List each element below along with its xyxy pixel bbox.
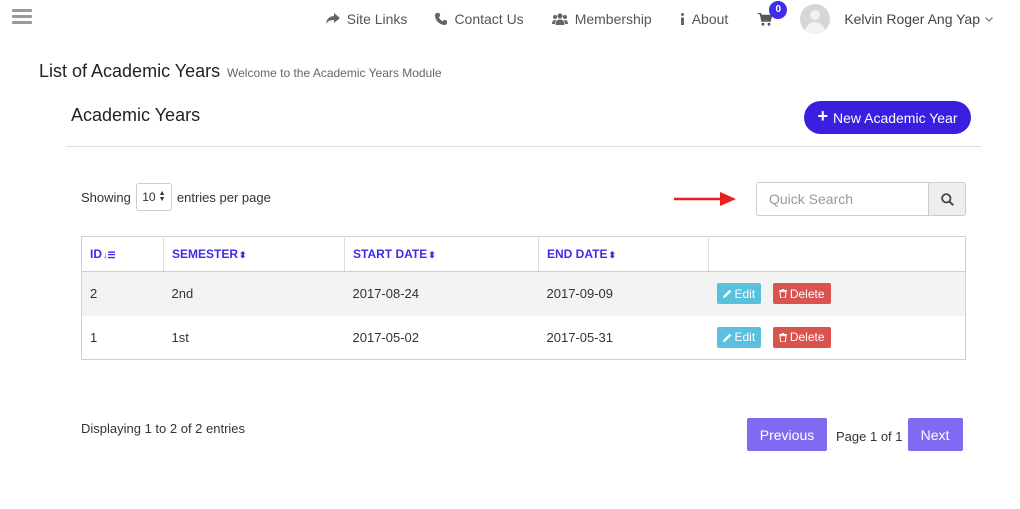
table-row: 2 2nd 2017-08-24 2017-09-09 Edit Delete bbox=[81, 271, 966, 316]
cell-actions: Edit Delete bbox=[708, 271, 966, 316]
users-icon bbox=[551, 13, 568, 25]
cart-button[interactable]: 0 bbox=[758, 0, 788, 26]
plus-icon: + bbox=[817, 106, 828, 126]
pencil-icon bbox=[722, 289, 731, 299]
per-page-value: 10 bbox=[142, 190, 156, 204]
displaying-info: Displaying 1 to 2 of 2 entries bbox=[81, 421, 246, 436]
pencil-icon bbox=[722, 333, 731, 342]
pagination: Previous Page 1 of 1 Next bbox=[747, 418, 963, 451]
table-row: 1 1st 2017-05-02 2017-05-31 Edit Delete bbox=[82, 316, 966, 360]
select-arrows-icon: ▲ ▼ bbox=[158, 190, 166, 203]
per-page-suffix: entries per page bbox=[176, 189, 271, 205]
per-page-select[interactable]: 10 ▲ ▼ bbox=[135, 183, 172, 211]
cell-end-date: 2017-09-09 bbox=[538, 271, 709, 316]
cell-id: 2 bbox=[81, 271, 164, 316]
edit-label: Edit bbox=[734, 330, 756, 345]
info-icon bbox=[680, 13, 684, 25]
trash-icon bbox=[778, 332, 787, 342]
sort-icon: ⬍ bbox=[239, 250, 247, 260]
page-info: Page 1 of 1 bbox=[836, 428, 903, 444]
nav-site-links-label: Site Links bbox=[346, 11, 408, 27]
edit-button[interactable]: Edit bbox=[716, 283, 762, 305]
delete-label: Delete bbox=[789, 330, 825, 345]
menu-bar bbox=[12, 21, 32, 24]
page-subtitle: Welcome to the Academic Years Module bbox=[227, 66, 442, 80]
academic-years-table: ID↓☰ SEMESTER⬍ START DATE⬍ END DATE⬍ 2 2… bbox=[81, 236, 966, 360]
next-button[interactable]: Next bbox=[907, 418, 963, 451]
column-header-end-date-label: END DATE bbox=[547, 247, 608, 261]
sort-icon: ⬍ bbox=[428, 250, 436, 260]
nav-membership-label: Membership bbox=[574, 11, 652, 27]
cell-semester: 2nd bbox=[163, 271, 345, 316]
menu-bar bbox=[12, 9, 32, 12]
cell-start-date: 2017-08-24 bbox=[344, 271, 539, 316]
edit-label: Edit bbox=[734, 286, 756, 301]
column-header-id[interactable]: ID↓☰ bbox=[81, 236, 164, 272]
red-arrow-icon bbox=[674, 192, 736, 206]
user-name: Kelvin Roger Ang Yap bbox=[844, 11, 980, 27]
column-header-semester-label: SEMESTER bbox=[172, 247, 239, 261]
delete-button[interactable]: Delete bbox=[772, 326, 831, 348]
nav-about[interactable]: About bbox=[680, 11, 729, 27]
column-header-start-date-label: START DATE bbox=[353, 247, 428, 261]
cell-start-date: 2017-05-02 bbox=[352, 329, 420, 345]
column-header-actions bbox=[708, 236, 966, 272]
edit-button[interactable]: Edit bbox=[716, 326, 762, 348]
top-navigation: Site Links Contact Us Membership About 0… bbox=[325, 0, 1020, 38]
delete-label: Delete bbox=[789, 286, 825, 301]
avatar bbox=[800, 4, 831, 34]
nav-contact-us[interactable]: Contact Us bbox=[435, 11, 524, 27]
nav-about-label: About bbox=[691, 11, 729, 27]
page-heading: List of Academic Years Welcome to the Ac… bbox=[39, 61, 442, 82]
cart-count-badge: 0 bbox=[769, 0, 788, 19]
column-header-id-label: ID bbox=[90, 247, 102, 261]
showing-label: Showing bbox=[81, 189, 131, 205]
nav-contact-us-label: Contact Us bbox=[454, 11, 524, 27]
cell-id: 1 bbox=[90, 329, 98, 345]
card-divider bbox=[66, 146, 981, 147]
user-menu[interactable]: Kelvin Roger Ang Yap bbox=[800, 4, 993, 34]
quick-search bbox=[756, 182, 966, 216]
sort-desc-icon: ↓☰ bbox=[103, 250, 116, 260]
chevron-down-icon bbox=[985, 16, 993, 22]
table-header-row: ID↓☰ SEMESTER⬍ START DATE⬍ END DATE⬍ bbox=[81, 236, 966, 272]
page-title: List of Academic Years bbox=[39, 61, 221, 81]
menu-bar bbox=[12, 15, 32, 18]
search-icon bbox=[940, 192, 954, 206]
card-title: Academic Years bbox=[71, 105, 201, 125]
entries-per-page: Showing 10 ▲ ▼ entries per page bbox=[81, 183, 271, 211]
previous-button[interactable]: Previous bbox=[747, 418, 827, 451]
share-icon bbox=[325, 13, 340, 24]
nav-site-links[interactable]: Site Links bbox=[325, 11, 408, 27]
cell-end-date: 2017-05-31 bbox=[546, 329, 614, 345]
search-button[interactable] bbox=[928, 182, 966, 216]
cell-actions: Edit Delete bbox=[709, 316, 966, 360]
column-header-start-date[interactable]: START DATE⬍ bbox=[344, 236, 539, 272]
trash-icon bbox=[778, 289, 787, 299]
new-academic-year-label: New Academic Year bbox=[832, 109, 958, 126]
menu-toggle-icon[interactable] bbox=[12, 9, 32, 24]
delete-button[interactable]: Delete bbox=[772, 283, 831, 305]
nav-membership[interactable]: Membership bbox=[551, 11, 652, 27]
cell-semester: 1st bbox=[171, 329, 189, 345]
column-header-end-date[interactable]: END DATE⬍ bbox=[538, 236, 709, 272]
phone-icon bbox=[435, 13, 448, 25]
column-header-semester[interactable]: SEMESTER⬍ bbox=[163, 236, 345, 272]
quick-search-input[interactable] bbox=[756, 182, 928, 216]
new-academic-year-button[interactable]: + New Academic Year bbox=[804, 101, 971, 134]
sort-icon: ⬍ bbox=[608, 250, 616, 260]
